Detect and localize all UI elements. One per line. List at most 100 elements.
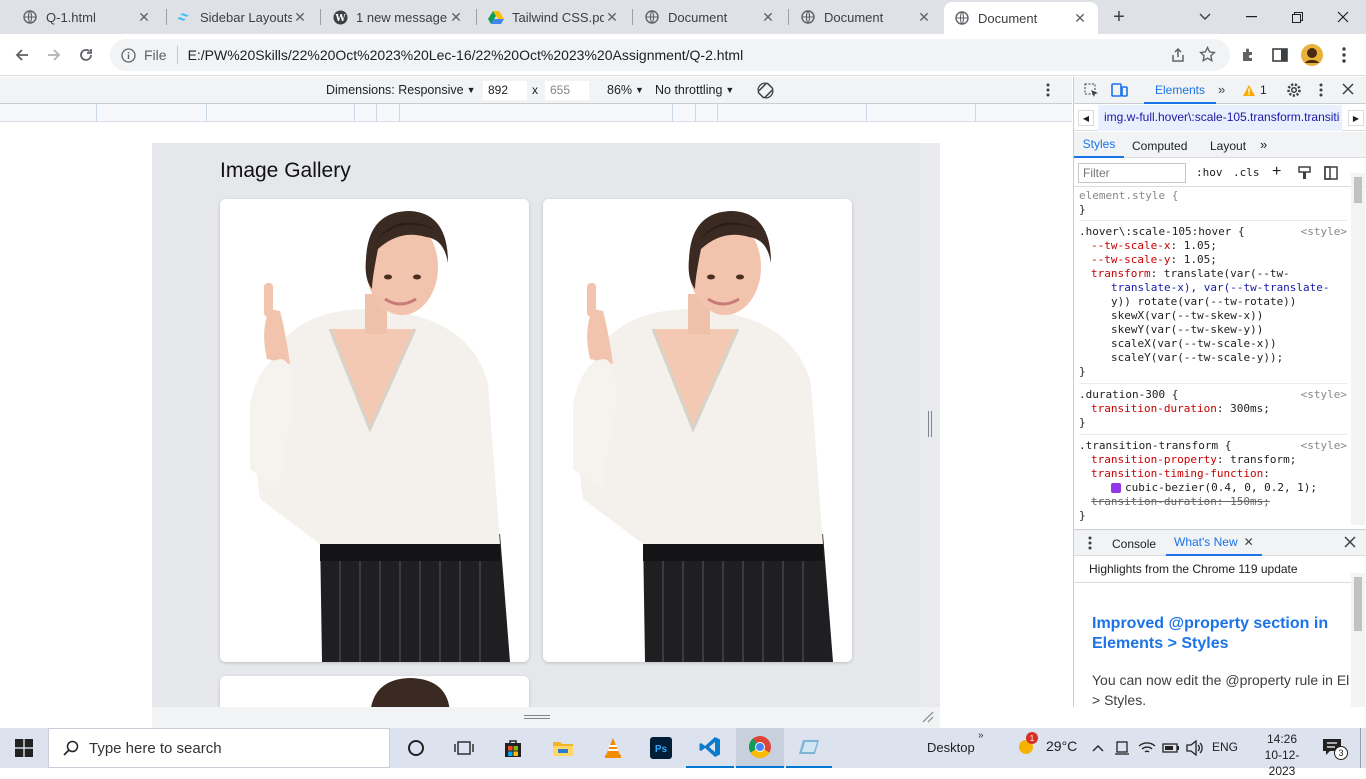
device-icon[interactable] — [1114, 740, 1130, 759]
back-button[interactable] — [8, 41, 36, 69]
gallery-image[interactable] — [220, 676, 529, 707]
dimensions-dropdown[interactable]: Dimensions: Responsive ▼ — [326, 83, 475, 97]
windows-start-icon[interactable] — [0, 728, 48, 768]
close-tab-icon[interactable]: ✕ — [292, 9, 308, 25]
tab-sidebar-layouts[interactable]: Sidebar Layouts ✕ — [166, 0, 318, 34]
clock[interactable]: 14:26 10-12-2023 — [1252, 731, 1312, 779]
show-desktop-button[interactable] — [1360, 728, 1366, 768]
bookmark-star-icon[interactable] — [1199, 45, 1216, 66]
reload-button[interactable] — [72, 41, 100, 69]
gallery-card[interactable] — [543, 199, 852, 662]
scroll-right-icon[interactable]: ▶ — [1348, 110, 1364, 126]
filter-input[interactable] — [1078, 163, 1186, 183]
width-input[interactable]: 892 — [483, 81, 527, 100]
tab-q1[interactable]: Q-1.html ✕ — [12, 0, 162, 34]
height-input[interactable]: 655 — [545, 81, 589, 100]
corner-resize-icon[interactable] — [922, 711, 934, 723]
article-title[interactable]: Improved @property section in Elements >… — [1092, 614, 1350, 654]
scroll-left-icon[interactable]: ◀ — [1078, 110, 1094, 126]
hover-scale-rule[interactable]: <style> .hover\:scale-105:hover { --tw-s… — [1079, 221, 1347, 384]
new-tab-button[interactable]: + — [1108, 6, 1130, 28]
drawer-scrollbar[interactable] — [1351, 573, 1365, 707]
volume-icon[interactable] — [1186, 739, 1204, 759]
css-property[interactable]: --tw-scale-y — [1091, 253, 1170, 266]
css-value[interactable]: : transform; — [1217, 453, 1296, 466]
cortana-icon[interactable] — [394, 728, 438, 768]
more-options-icon[interactable] — [1046, 83, 1050, 100]
more-subtabs-icon[interactable]: » — [1260, 137, 1267, 152]
task-view-icon[interactable] — [442, 728, 486, 768]
language-indicator[interactable]: ENG — [1212, 740, 1238, 754]
weather-widget[interactable]: 1 29°C — [1016, 732, 1077, 756]
close-tab-icon[interactable]: ✕ — [448, 9, 464, 25]
right-resize-handle[interactable] — [920, 143, 940, 707]
side-panel-icon[interactable] — [1266, 41, 1294, 69]
wifi-icon[interactable] — [1138, 740, 1156, 759]
store-icon[interactable] — [490, 728, 536, 768]
breadcrumb-item[interactable]: img.w-full.hover\:scale-105.transform.tr… — [1098, 105, 1342, 131]
css-value[interactable]: : translate(var(--tw- — [1151, 267, 1290, 280]
tab-whats-new[interactable]: What's New ✕ — [1166, 530, 1262, 556]
close-drawer-icon[interactable] — [1344, 536, 1356, 551]
media-query-ruler[interactable] — [0, 104, 1072, 122]
settings-gear-icon[interactable] — [1286, 82, 1302, 101]
cls-toggle[interactable]: .cls — [1233, 166, 1260, 180]
css-property[interactable]: transition-property — [1091, 453, 1217, 466]
address-bar[interactable]: File E:/PW%20Skills/22%20Oct%2023%20Lec-… — [110, 39, 1230, 71]
duration-rule[interactable]: <style> .duration-300 { transition-durat… — [1079, 384, 1347, 435]
close-tab-icon[interactable]: ✕ — [916, 9, 932, 25]
element-style-rule[interactable]: element.style { } — [1079, 189, 1347, 221]
tab-computed[interactable]: Computed — [1132, 139, 1187, 153]
info-icon[interactable] — [120, 47, 136, 63]
style-source[interactable]: <style> — [1301, 388, 1347, 402]
css-value[interactable]: scaleX(var(--tw-scale-x)) — [1079, 337, 1347, 351]
close-tab-icon[interactable]: ✕ — [1072, 10, 1088, 26]
css-value[interactable]: cubic-bezier(0.4, 0, 0.2, 1); — [1125, 481, 1317, 495]
extensions-icon[interactable] — [1234, 41, 1262, 69]
avatar[interactable] — [1298, 41, 1326, 69]
style-source[interactable]: <style> — [1301, 225, 1347, 239]
styles-scrollbar[interactable] — [1351, 173, 1365, 525]
more-tabs-icon[interactable]: » — [1218, 82, 1225, 97]
css-value[interactable]: : 300ms; — [1217, 402, 1270, 415]
tab-document-active[interactable]: Document ✕ — [944, 2, 1098, 34]
css-value[interactable]: skewX(var(--tw-skew-x)) — [1079, 309, 1347, 323]
gallery-image[interactable] — [220, 199, 529, 662]
desktop-toolbar[interactable]: Desktop — [927, 740, 975, 755]
url-text[interactable]: E:/PW%20Skills/22%20Oct%2023%20Lec-16/22… — [188, 47, 744, 63]
notification-center-icon[interactable]: 3 — [1322, 738, 1348, 760]
tab-search-button[interactable] — [1182, 0, 1228, 34]
css-property[interactable]: transform — [1091, 267, 1151, 280]
gallery-card[interactable] — [220, 676, 529, 707]
css-value[interactable]: translate-x), var(--tw-translate- — [1079, 281, 1347, 295]
css-value[interactable]: : 1.05; — [1170, 239, 1216, 252]
css-value[interactable]: skewY(var(--tw-skew-y)) — [1079, 323, 1347, 337]
tab-new-message[interactable]: W 1 new message ✕ — [322, 0, 474, 34]
tab-document-1[interactable]: Document ✕ — [634, 0, 786, 34]
rotate-icon[interactable] — [756, 81, 775, 103]
photoshop-icon[interactable]: Ps — [638, 728, 684, 768]
tab-styles[interactable]: Styles — [1074, 132, 1124, 158]
close-tab-icon[interactable]: ✕ — [1244, 535, 1254, 549]
css-value[interactable]: : — [1263, 467, 1270, 480]
tab-document-2[interactable]: Document ✕ — [790, 0, 942, 34]
tab-layout[interactable]: Layout — [1210, 139, 1246, 153]
share-icon[interactable] — [1170, 47, 1186, 66]
tab-console[interactable]: Console — [1112, 537, 1156, 551]
battery-icon[interactable] — [1162, 740, 1180, 759]
add-rule-icon[interactable]: + — [1272, 163, 1281, 181]
gallery-page[interactable]: Image Gallery — [152, 143, 920, 707]
transition-transform-rule[interactable]: <style> .transition-transform { transiti… — [1079, 435, 1347, 523]
drawer-menu-icon[interactable] — [1088, 536, 1092, 553]
inspect-element-icon[interactable] — [1084, 83, 1099, 101]
vscode-icon[interactable] — [686, 728, 734, 768]
css-value[interactable]: : 1.05; — [1170, 253, 1216, 266]
css-property[interactable]: transition-duration — [1091, 402, 1217, 415]
tab-tailwind-pdf[interactable]: Tailwind CSS.pdf ✕ — [478, 0, 630, 34]
tab-elements[interactable]: Elements — [1144, 77, 1216, 104]
chevron-up-icon[interactable] — [1092, 741, 1104, 755]
taskbar-search[interactable]: Type here to search — [48, 728, 390, 768]
close-tab-icon[interactable]: ✕ — [136, 9, 152, 25]
chrome-icon[interactable] — [736, 728, 784, 768]
paint-brush-icon[interactable] — [1298, 166, 1311, 183]
